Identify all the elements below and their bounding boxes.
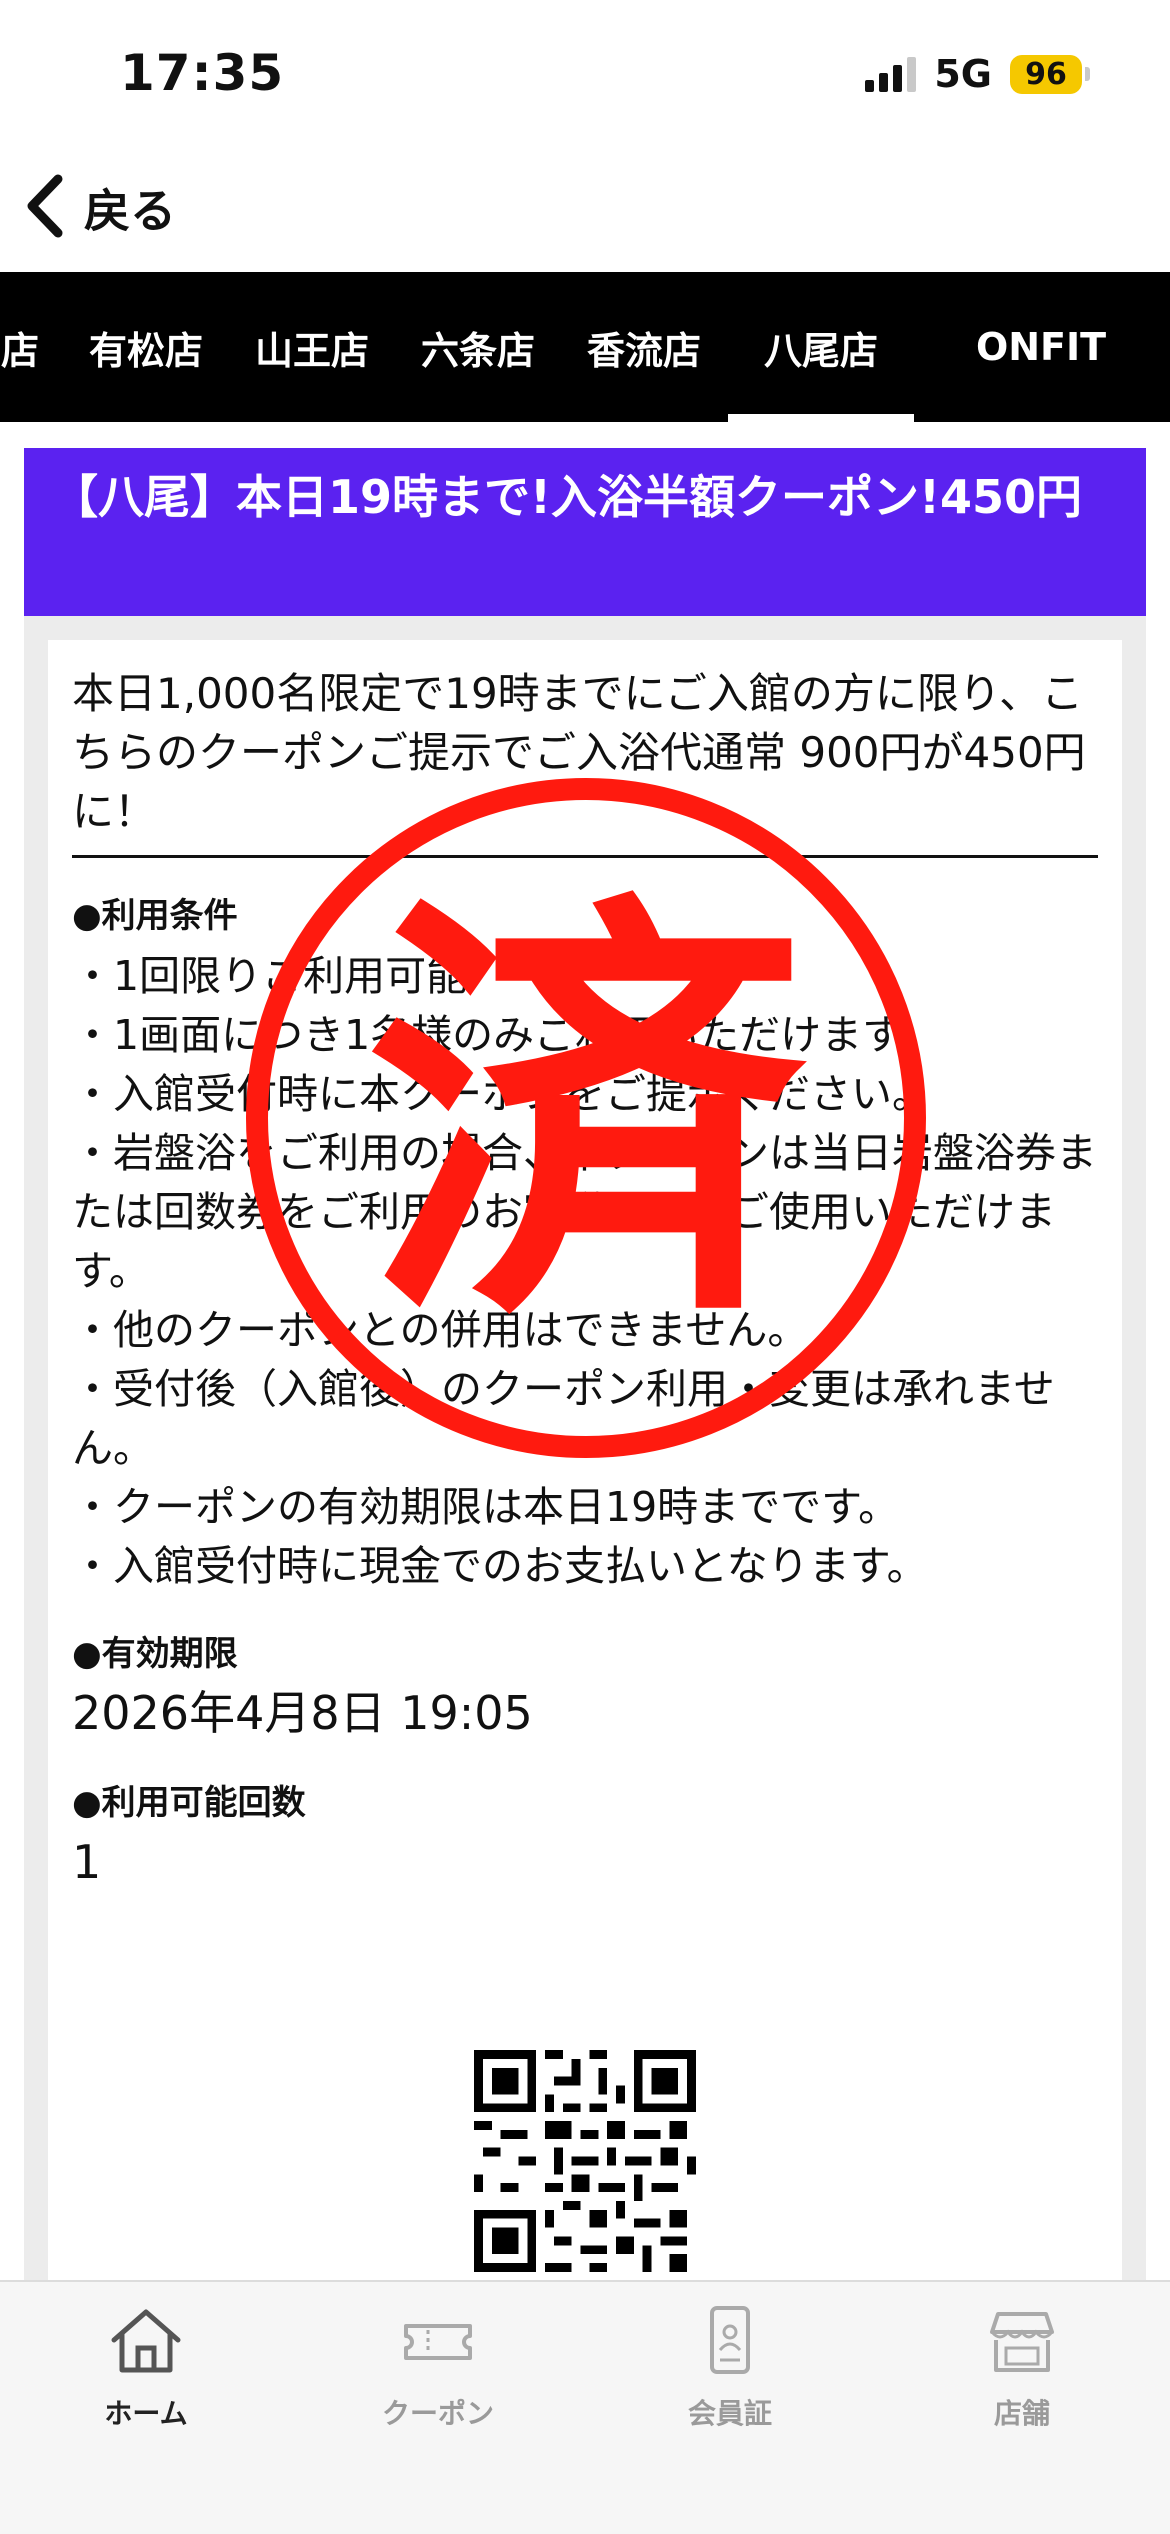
coupon-detail-card: 本日1,000名限定で19時までにご入館の方に限り、こちらのクーポンご提示でご入… <box>48 640 1122 2280</box>
network-label: 5G <box>934 52 992 96</box>
tab-rokujo[interactable]: 六条店 <box>398 272 558 422</box>
qr-code <box>474 2050 696 2272</box>
coupon-description: 本日1,000名限定で19時までにご入館の方に限り、こちらのクーポンご提示でご入… <box>72 664 1098 858</box>
ticket-icon <box>400 2306 476 2380</box>
tab-label: 六条店 <box>420 328 535 373</box>
condition-item: ・1回限りご利用可能 <box>72 952 468 1000</box>
tab-yao[interactable]: 八尾店 <box>728 272 914 422</box>
signal-icon <box>865 56 917 92</box>
expiry-value: 2026年4月8日 19:05 <box>72 1686 533 1740</box>
chevron-left-icon <box>22 173 68 243</box>
condition-item: ・受付後（入館後）のクーポン利用・変更は承れません。 <box>72 1365 1055 1472</box>
condition-item: ・1画面につき1名様のみご利用いただけます。 <box>72 1011 941 1059</box>
battery-level: 96 <box>1010 54 1082 94</box>
conditions-list: ・1回限りご利用可能 ・1画面につき1名様のみご利用いただけます。 ・入館受付時… <box>72 947 1098 1596</box>
tab-label: 店 <box>0 328 39 373</box>
tab-sannou[interactable]: 山王店 <box>232 272 392 422</box>
tab-member-card-label: 会員証 <box>687 2397 772 2430</box>
tab-label: 有松店 <box>88 328 203 373</box>
tab-coupon[interactable]: クーポン <box>292 2306 584 2446</box>
battery-cap <box>1085 67 1090 81</box>
store-tab-bar[interactable]: 店 有松店 山王店 六条店 香流店 八尾店 ONFIT <box>0 272 1170 422</box>
tab-label: 山王店 <box>254 328 369 373</box>
expiry-label: ●有効期限 <box>72 1634 238 1674</box>
status-indicators: 5G 96 <box>865 52 1090 96</box>
tab-label: ONFIT <box>975 325 1107 369</box>
tab-label: 香流店 <box>586 328 701 373</box>
condition-item: ・岩盤浴をご利用の場合、本クーポンは当日岩盤浴券または回数券をご利用のお客様に限… <box>72 1129 1097 1295</box>
back-button[interactable]: 戻る <box>22 168 176 248</box>
tab-arimatsu[interactable]: 有松店 <box>66 272 226 422</box>
tab-coupon-label: クーポン <box>381 2397 494 2430</box>
home-icon <box>108 2306 184 2380</box>
uses-value: 1 <box>72 1835 102 1889</box>
condition-item: ・入館受付時に現金でのお支払いとなります。 <box>72 1542 928 1590</box>
status-time: 17:35 <box>120 44 285 102</box>
tab-label: 八尾店 <box>763 328 878 373</box>
coupon-title: 【八尾】本日19時まで!入浴半額クーポン!450円 <box>24 448 1146 616</box>
member-card-icon <box>692 2306 768 2380</box>
condition-item: ・クーポンの有効期限は本日19時までです。 <box>72 1483 900 1531</box>
tab-member-card[interactable]: 会員証 <box>584 2306 876 2446</box>
back-label: 戻る <box>84 184 176 238</box>
condition-item: ・他のクーポンとの併用はできません。 <box>72 1306 809 1354</box>
status-bar: 17:35 5G 96 <box>0 0 1170 150</box>
tab-kanagare[interactable]: 香流店 <box>564 272 724 422</box>
condition-item: ・入館受付時に本クーポンをご提示ください。 <box>72 1070 933 1118</box>
tab-store[interactable]: 店舗 <box>876 2306 1168 2446</box>
battery-icon: 96 <box>1010 54 1090 94</box>
tab-onfit[interactable]: ONFIT <box>950 272 1132 422</box>
tab-store-partial[interactable]: 店 <box>0 272 48 422</box>
tab-home[interactable]: ホーム <box>0 2306 292 2446</box>
uses-label: ●利用可能回数 <box>72 1783 306 1823</box>
tab-home-label: ホーム <box>104 2397 188 2430</box>
conditions-label: ●利用条件 <box>72 896 238 936</box>
bottom-tab-bar: ホーム クーポン 会員証 店舗 <box>0 2280 1170 2534</box>
store-icon <box>984 2306 1060 2380</box>
tab-store-label: 店舗 <box>993 2397 1050 2430</box>
